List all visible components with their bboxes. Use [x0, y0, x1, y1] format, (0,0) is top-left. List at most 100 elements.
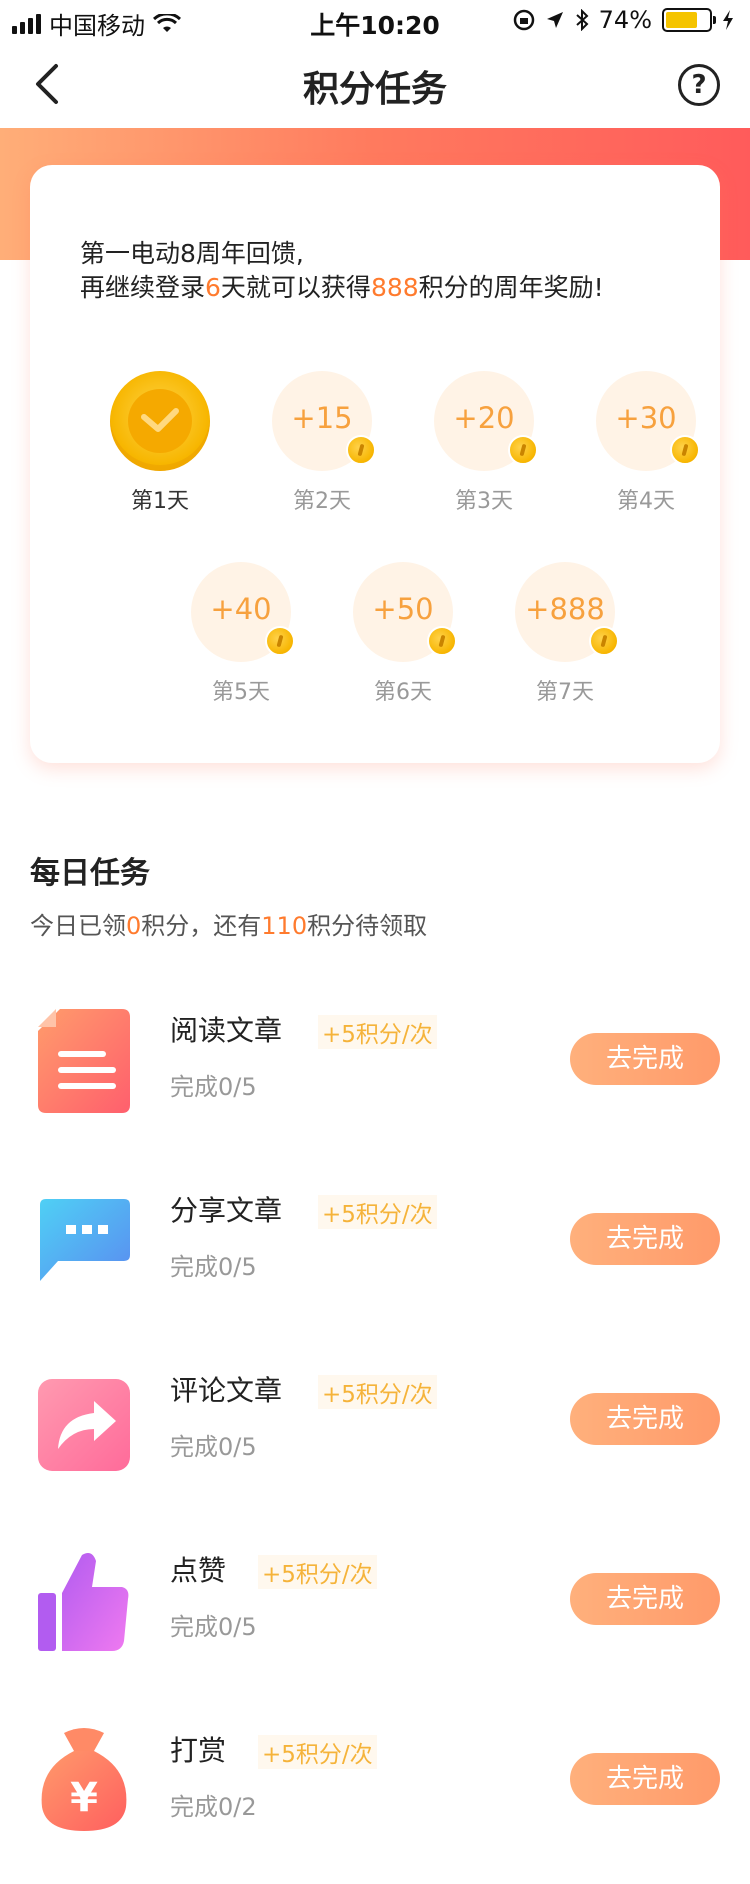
task-like: 点赞 +5积分/次 完成0/5 去完成	[0, 1535, 750, 1665]
checkin-day-6: +50 第6天	[343, 562, 463, 706]
wifi-icon	[153, 13, 181, 32]
task-progress: 完成0/5	[170, 1433, 257, 1461]
orientation-lock-icon	[513, 9, 534, 31]
battery-percent: 74%	[598, 6, 652, 34]
yen-symbol: ¥	[70, 1775, 98, 1821]
checkin-day-label: 第6天	[374, 680, 432, 705]
checkin-day-circle: +15	[272, 371, 376, 471]
thumbs-up-icon	[38, 1545, 130, 1653]
checkin-message: 第一电动8周年回馈, 再继续登录6天就可以获得888积分的周年奖励!	[80, 237, 604, 305]
summary-text: 积分待领取	[307, 912, 428, 940]
checkin-day-circle: +888	[515, 562, 619, 662]
money-bag-icon: ¥	[38, 1725, 130, 1833]
checkin-day-points: +20	[453, 401, 515, 435]
checkin-text: 积分的周年奖励!	[418, 273, 604, 302]
summary-text: 积分，还有	[141, 912, 262, 940]
status-bar-left: 中国移动	[12, 6, 181, 41]
page-title: 积分任务	[302, 69, 447, 110]
checkin-day-label: 第1天	[131, 489, 189, 514]
charging-bolt-icon	[723, 10, 733, 30]
coin-icon	[427, 626, 457, 656]
location-arrow-icon	[546, 12, 563, 28]
checkin-day-7: +888 第7天	[505, 562, 625, 706]
help-button[interactable]: ?	[678, 64, 720, 106]
bluetooth-icon	[575, 9, 589, 31]
task-reward: +5积分/次	[258, 1735, 377, 1769]
daily-tasks-summary: 今日已领0积分，还有110积分待领取	[30, 906, 427, 941]
task-progress: 完成0/5	[170, 1613, 257, 1641]
task-tip: ¥ 打赏 +5积分/次 完成0/2 去完成	[0, 1715, 750, 1845]
carrier-name: 中国移动	[49, 12, 145, 40]
checkin-day-points: +888	[525, 592, 605, 626]
checkin-day-3: +20 第3天	[424, 371, 544, 515]
checkin-day-label: 第7天	[536, 680, 594, 705]
chevron-left-icon	[36, 64, 58, 104]
signal-strength-icon	[12, 13, 41, 34]
back-button[interactable]	[22, 56, 78, 112]
checkin-message-line2: 再继续登录6天就可以获得888积分的周年奖励!	[80, 271, 604, 305]
chat-bubble-icon	[38, 1185, 130, 1293]
checkin-day-4: +30 第4天	[586, 371, 706, 515]
checkin-card: 第一电动8周年回馈, 再继续登录6天就可以获得888积分的周年奖励! 第1天 +…	[30, 165, 720, 763]
share-arrow-icon	[38, 1365, 130, 1473]
task-name: 分享文章	[170, 1194, 283, 1227]
checkin-day-label: 第5天	[212, 680, 270, 705]
days-left: 6	[205, 273, 221, 302]
checkin-day-label: 第2天	[293, 489, 351, 514]
coin-icon	[346, 435, 376, 465]
task-reward: +5积分/次	[318, 1195, 437, 1229]
complete-tip-button[interactable]: 去完成	[570, 1753, 720, 1805]
coin-icon	[670, 435, 700, 465]
coin-icon	[265, 626, 295, 656]
task-name: 点赞	[170, 1554, 227, 1587]
daily-tasks-title: 每日任务	[30, 856, 150, 891]
checkmark-icon	[128, 389, 192, 453]
task-progress: 完成0/2	[170, 1793, 257, 1821]
status-bar: 中国移动 上午10:20 74%	[0, 0, 750, 40]
checkin-day-points: +50	[372, 592, 434, 626]
checkin-message-line1: 第一电动8周年回馈,	[80, 239, 304, 268]
checkin-day-points: +30	[615, 401, 677, 435]
checkin-text: 再继续登录	[80, 273, 206, 302]
task-name: 评论文章	[170, 1374, 283, 1407]
bonus-points: 888	[370, 273, 419, 302]
task-reward: +5积分/次	[258, 1555, 377, 1589]
coin-icon	[589, 626, 619, 656]
status-bar-right: 74%	[513, 6, 734, 34]
summary-text: 今日已领	[30, 912, 126, 940]
coin-icon	[508, 435, 538, 465]
task-name: 打赏	[170, 1734, 227, 1767]
battery-icon	[662, 8, 716, 32]
task-read-article: 阅读文章 +5积分/次 完成0/5 去完成	[0, 995, 750, 1125]
task-share-article: 分享文章 +5积分/次 完成0/5 去完成	[0, 1175, 750, 1305]
nav-bar: 积分任务 ?	[0, 40, 750, 128]
task-reward: +5积分/次	[318, 1015, 437, 1049]
claimed-points: 0	[126, 912, 142, 940]
checkin-done-coin	[110, 371, 210, 471]
complete-comment-article-button[interactable]: 去完成	[570, 1393, 720, 1445]
checkin-day-points: +15	[291, 401, 353, 435]
checkin-day-label: 第3天	[455, 489, 513, 514]
question-circle-icon: ?	[691, 70, 707, 100]
complete-like-button[interactable]: 去完成	[570, 1573, 720, 1625]
checkin-day-2: +15 第2天	[262, 371, 382, 515]
remaining-points: 110	[261, 912, 308, 940]
checkin-text: 天就可以获得	[220, 273, 371, 302]
task-progress: 完成0/5	[170, 1073, 257, 1101]
checkin-day-circle: +30	[596, 371, 700, 471]
checkin-day-circle: +40	[191, 562, 295, 662]
task-comment-article: 评论文章 +5积分/次 完成0/5 去完成	[0, 1355, 750, 1485]
task-progress: 完成0/5	[170, 1253, 257, 1281]
complete-share-article-button[interactable]: 去完成	[570, 1213, 720, 1265]
task-name: 阅读文章	[170, 1014, 283, 1047]
task-reward: +5积分/次	[318, 1375, 437, 1409]
checkin-day-circle: +20	[434, 371, 538, 471]
document-icon	[38, 1005, 130, 1113]
checkin-day-label: 第4天	[617, 489, 675, 514]
checkin-day-1: 第1天	[100, 371, 220, 515]
battery-fill	[666, 12, 698, 28]
checkin-day-5: +40 第5天	[181, 562, 301, 706]
checkin-day-circle: +50	[353, 562, 457, 662]
complete-read-article-button[interactable]: 去完成	[570, 1033, 720, 1085]
checkin-day-points: +40	[210, 592, 272, 626]
